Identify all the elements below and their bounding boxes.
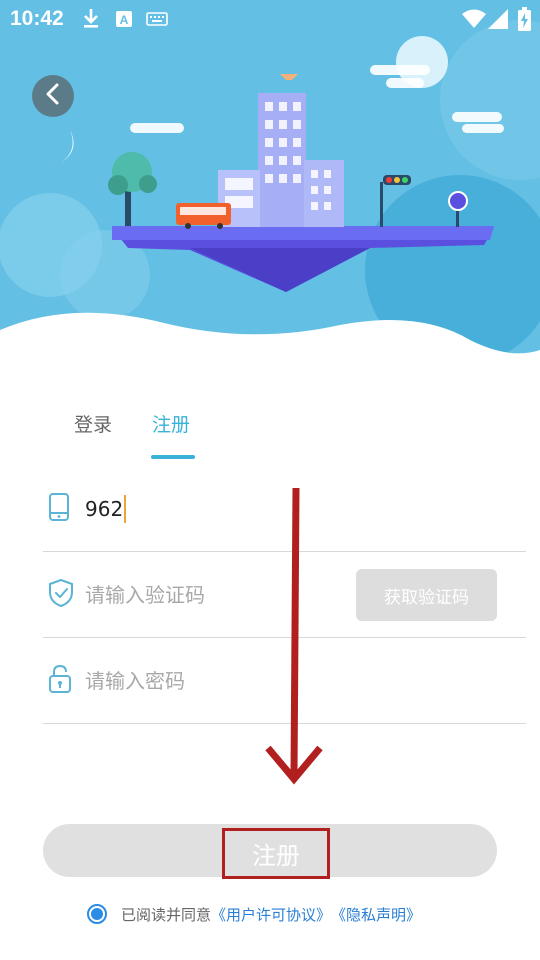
phone-icon [48,492,70,526]
tab-register[interactable]: 注册 [152,410,190,437]
wifi-icon [462,9,486,34]
text-cursor [124,494,127,523]
back-button[interactable] [32,75,74,117]
battery-charging-icon [518,7,531,36]
download-icon [82,7,100,34]
svg-text:A: A [120,13,129,27]
get-code-button[interactable]: 获取验证码 [356,569,497,621]
shield-check-icon [48,578,74,612]
status-time: 10:42 [10,7,64,30]
annotation-arrow [265,487,323,785]
text-input-icon: A [115,10,133,33]
register-submit-label: 注册 [252,842,300,870]
phone-input-value: 962 [85,496,124,521]
lock-icon [48,664,72,698]
active-tab-indicator [151,455,195,459]
get-code-button-label: 获取验证码 [384,587,469,608]
signal-icon [488,9,508,34]
chevron-left-icon [45,83,61,109]
annotation-highlight-box[interactable]: 注册 [222,828,330,879]
privacy-policy-link[interactable]: 《隐私声明》 [331,904,421,925]
keyboard-icon [146,12,168,31]
city-illustration [0,20,540,370]
agreement-text: 已阅读并同意 [121,905,212,924]
status-bar: 10:42 A [0,0,540,38]
user-agreement-link[interactable]: 《用户许可协议》 [211,904,331,925]
tab-login[interactable]: 登录 [74,410,112,437]
header-hero: 10:42 A [0,0,540,370]
agreement-radio[interactable] [87,904,107,924]
agreement-row: 已阅读并同意 《用户许可协议》 《隐私声明》 [87,902,421,926]
phone-input[interactable]: 962 [85,494,127,523]
